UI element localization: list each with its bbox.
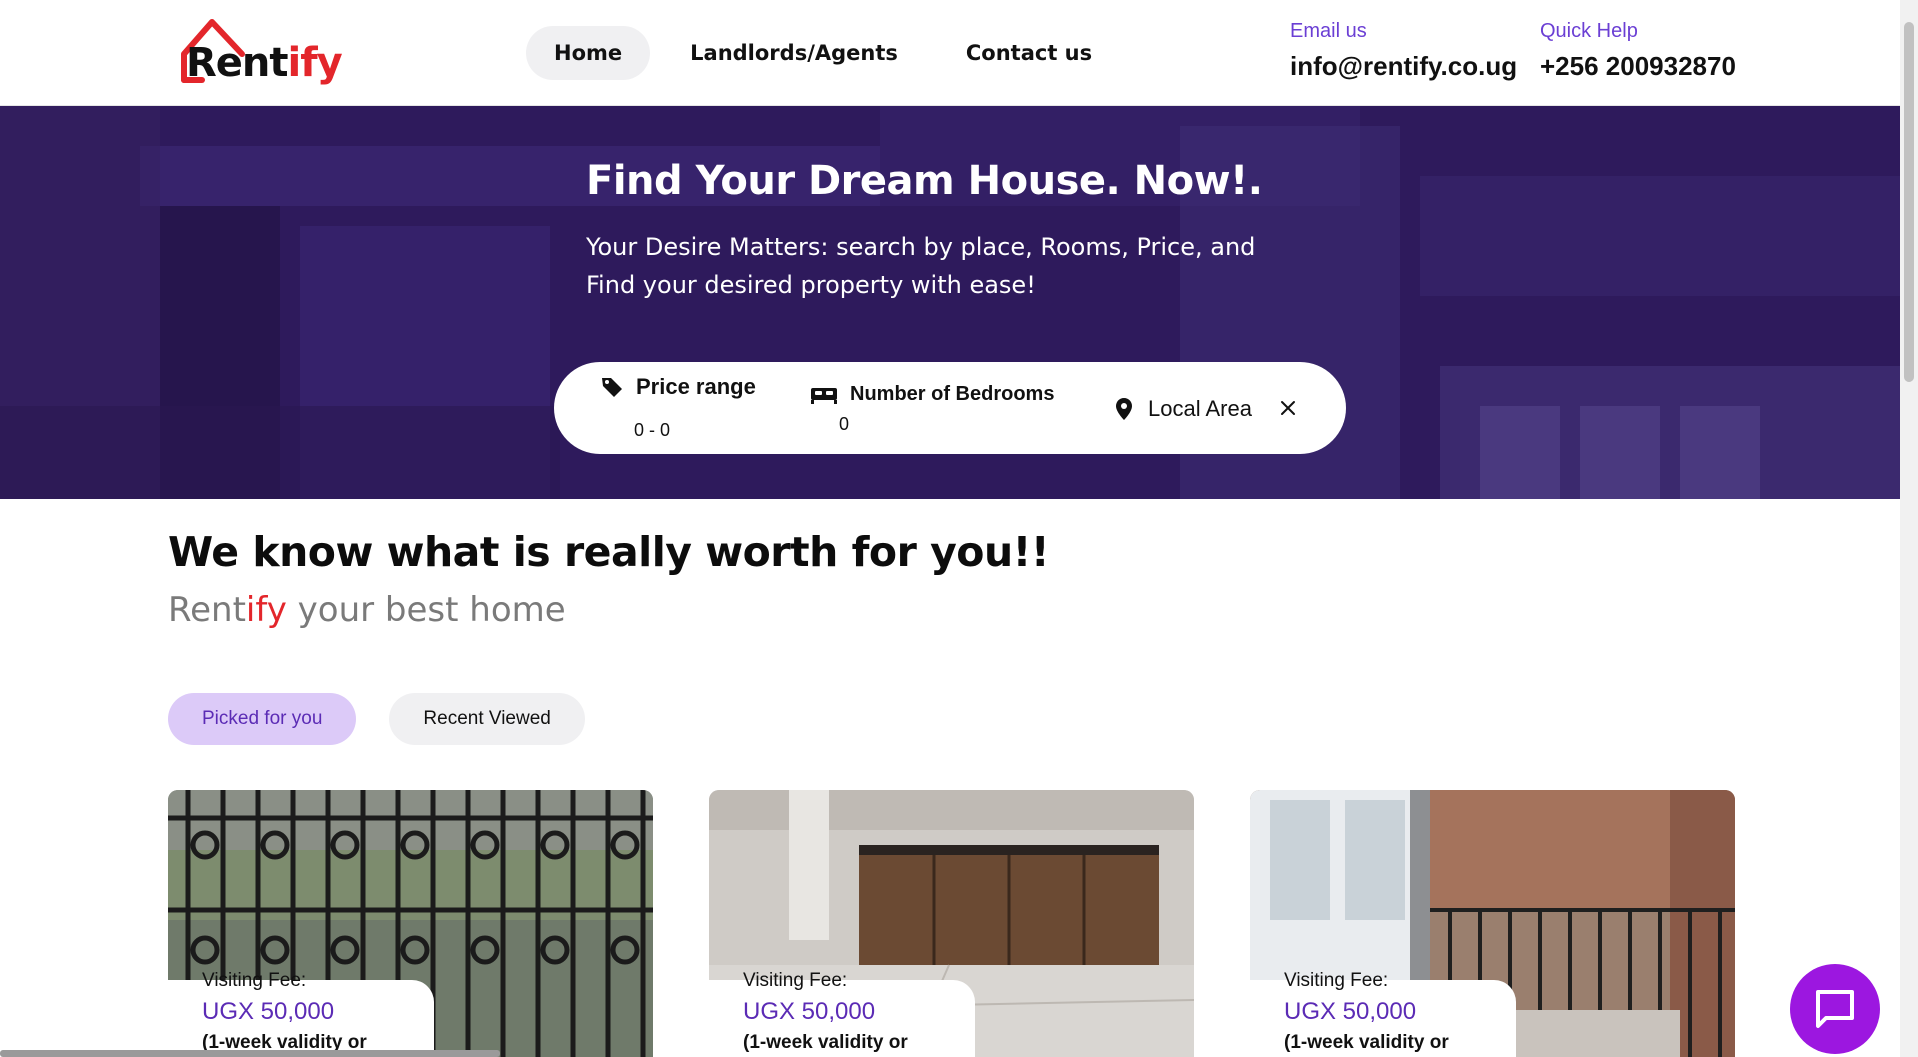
local-area-label: Local Area	[1148, 396, 1252, 421]
nav-home[interactable]: Home	[526, 26, 651, 80]
price-range-label: Price range	[636, 374, 756, 399]
nav-contact-us[interactable]: Contact us	[938, 26, 1120, 80]
email-label: Email us	[1290, 20, 1367, 42]
email-value[interactable]: info@rentify.co.ug	[1290, 51, 1517, 82]
property-search-bar: Price range 0 - 0 Number of Bedrooms 0 L…	[554, 362, 1346, 454]
section-title: We know what is really worth for you!!	[168, 528, 1050, 576]
tab-picked-for-you[interactable]: Picked for you	[168, 693, 357, 745]
location-pin-icon	[1116, 398, 1132, 420]
bedrooms-filter[interactable]: Number of Bedrooms	[810, 382, 1054, 406]
logo-text-rent: Rent	[186, 40, 289, 86]
price-range-value: 0 - 0	[634, 420, 671, 440]
property-card[interactable]: Visiting Fee: UGX 50,000 (1-week validit…	[168, 790, 653, 1057]
visiting-fee-box: Visiting Fee: UGX 50,000 (1-week validit…	[709, 970, 975, 1057]
horizontal-scrollbar[interactable]	[0, 1050, 500, 1057]
subtitle-ify: ify	[245, 590, 287, 630]
visiting-fee-amount: UGX 50,000	[202, 998, 335, 1025]
price-range-filter[interactable]: Price range	[600, 374, 756, 400]
chat-button[interactable]	[1790, 964, 1880, 1054]
nav-landlords-agents[interactable]: Landlords/Agents	[662, 26, 926, 80]
property-card[interactable]: Visiting Fee: UGX 50,000 (1-week validit…	[709, 790, 1194, 1057]
logo-wordmark: Rentify	[186, 40, 343, 86]
property-card[interactable]: Visiting Fee: UGX 50,000 (1-week validit…	[1250, 790, 1735, 1057]
hero-subtitle: Your Desire Matters: search by place, Ro…	[586, 233, 1256, 299]
local-area-filter[interactable]: Local Area	[1112, 396, 1252, 422]
quick-help-contact: Quick Help +256 200932870	[1540, 20, 1736, 82]
visiting-fee-amount: UGX 50,000	[743, 998, 876, 1025]
chat-icon	[1816, 990, 1854, 1028]
visiting-fee-amount: UGX 50,000	[1284, 998, 1417, 1025]
visiting-fee-box: Visiting Fee: UGX 50,000 (1-week validit…	[168, 970, 434, 1057]
tab-recent-viewed[interactable]: Recent Viewed	[389, 693, 585, 745]
main-nav: Home Landlords/Agents Contact us	[526, 26, 1120, 80]
visiting-fee-box: Visiting Fee: UGX 50,000 (1-week validit…	[1250, 970, 1516, 1057]
visiting-fee-label: Visiting Fee:	[202, 970, 307, 991]
bedrooms-value: 0	[839, 414, 850, 434]
site-header: Rentify Home Landlords/Agents Contact us…	[0, 0, 1900, 106]
logo-text-ify: ify	[287, 40, 343, 86]
subtitle-rent: Rent	[168, 590, 246, 630]
visiting-fee-label: Visiting Fee:	[1284, 970, 1389, 991]
visiting-fee-note: (1-week validity or	[1284, 1032, 1449, 1053]
hero-title: Find Your Dream House. Now!.	[586, 158, 1263, 204]
bedrooms-label: Number of Bedrooms	[850, 382, 1055, 405]
section-subtitle: Rentify your best home	[168, 590, 566, 630]
visiting-fee-note: (1-week validity or	[743, 1032, 908, 1053]
listing-tabs: Picked for you Recent Viewed	[168, 693, 585, 745]
bed-icon	[811, 388, 837, 404]
hero-banner: Find Your Dream House. Now!. Your Desire…	[0, 106, 1900, 499]
quick-help-label: Quick Help	[1540, 20, 1638, 42]
close-icon[interactable]	[1280, 400, 1296, 416]
tag-icon	[602, 378, 622, 397]
subtitle-rest: your best home	[286, 590, 566, 630]
quick-help-phone[interactable]: +256 200932870	[1540, 51, 1736, 82]
vertical-scrollbar[interactable]	[1900, 0, 1918, 1057]
email-contact: Email us info@rentify.co.ug	[1290, 20, 1517, 82]
rentify-logo[interactable]: Rentify	[180, 18, 343, 88]
scrollbar-thumb[interactable]	[1904, 22, 1914, 382]
visiting-fee-label: Visiting Fee:	[743, 970, 848, 991]
